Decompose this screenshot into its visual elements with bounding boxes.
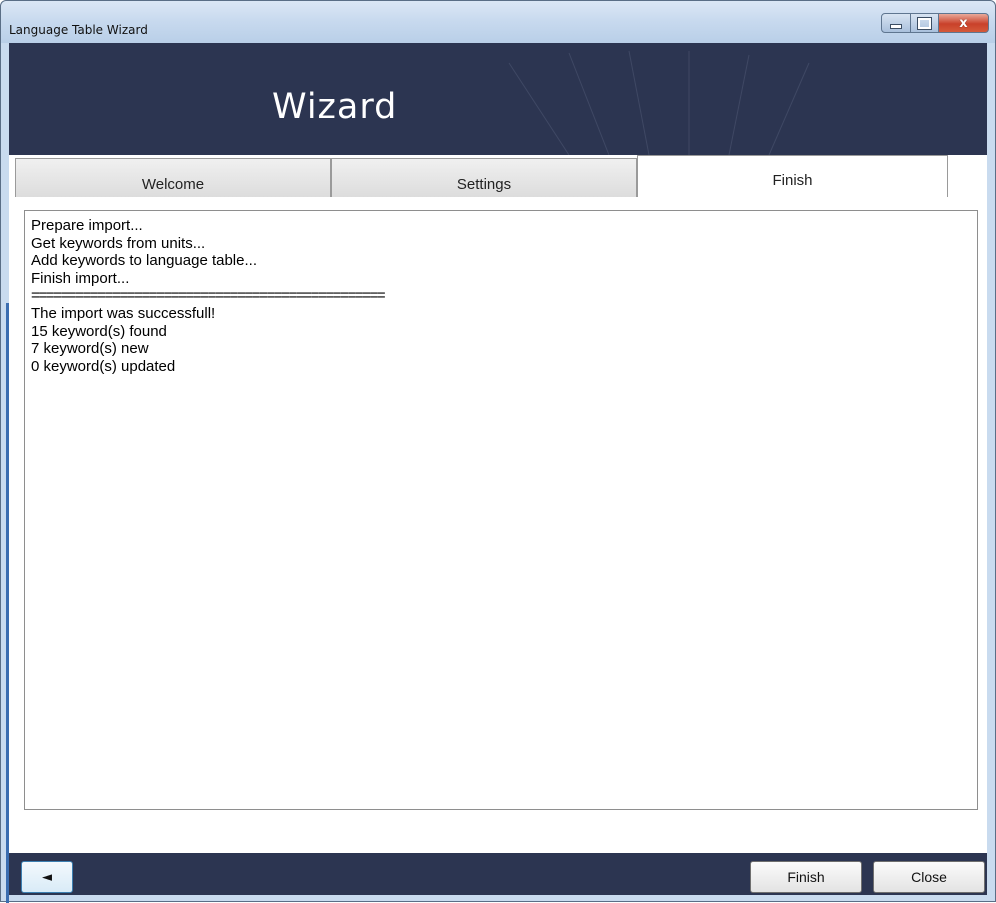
- maximize-button[interactable]: [911, 13, 939, 33]
- back-button[interactable]: ◄: [21, 861, 73, 893]
- maximize-icon: [917, 16, 932, 30]
- window-left-border: [1, 43, 9, 903]
- wizard-window: Language Table Wizard x Wizard Welcome S…: [0, 0, 996, 903]
- log-line: Finish import...: [31, 269, 130, 287]
- minimize-button[interactable]: [881, 13, 911, 33]
- wizard-client-area: Wizard Welcome Settings Finish Prepare i…: [9, 43, 987, 895]
- banner-decoration: [442, 50, 856, 155]
- wizard-footer: ◄ Finish Close: [9, 853, 987, 895]
- back-arrow-icon: ◄: [42, 869, 52, 885]
- wizard-tabs: Welcome Settings Finish: [15, 155, 987, 198]
- title-bar[interactable]: Language Table Wizard x: [1, 1, 995, 43]
- finish-button-label: Finish: [787, 869, 825, 885]
- close-button[interactable]: Close: [873, 861, 985, 893]
- log-line: Prepare import...: [31, 217, 143, 234]
- log-line: 15 keyword(s) found: [31, 322, 167, 340]
- tab-content-area: Prepare import... Get keywords from unit…: [9, 197, 987, 855]
- minimize-icon: [890, 23, 902, 29]
- close-window-button[interactable]: x: [939, 13, 989, 33]
- log-line: 7 keyword(s) new: [31, 340, 149, 358]
- log-line: 0 keyword(s) updated: [31, 357, 176, 375]
- log-line: Get keywords from units...: [31, 234, 206, 252]
- tab-welcome[interactable]: Welcome: [15, 158, 331, 198]
- tab-finish[interactable]: Finish: [637, 155, 948, 198]
- tab-welcome-label: Welcome: [141, 176, 205, 193]
- close-button-label: Close: [911, 869, 947, 885]
- log-separator: ========================================…: [31, 287, 386, 305]
- close-icon: x: [959, 15, 968, 31]
- window-title: Language Table Wizard: [9, 23, 148, 37]
- finish-button[interactable]: Finish: [750, 861, 862, 893]
- window-controls: x: [881, 13, 989, 33]
- log-line: Add keywords to language table...: [31, 252, 257, 270]
- banner-title: Wizard: [272, 87, 398, 127]
- wizard-banner: Wizard: [9, 43, 987, 155]
- import-log[interactable]: Prepare import... Get keywords from unit…: [24, 210, 978, 810]
- tab-settings[interactable]: Settings: [331, 158, 637, 198]
- log-line: The import was successfull!: [31, 304, 216, 322]
- tab-finish-label: Finish: [772, 171, 813, 189]
- tab-settings-label: Settings: [456, 176, 512, 193]
